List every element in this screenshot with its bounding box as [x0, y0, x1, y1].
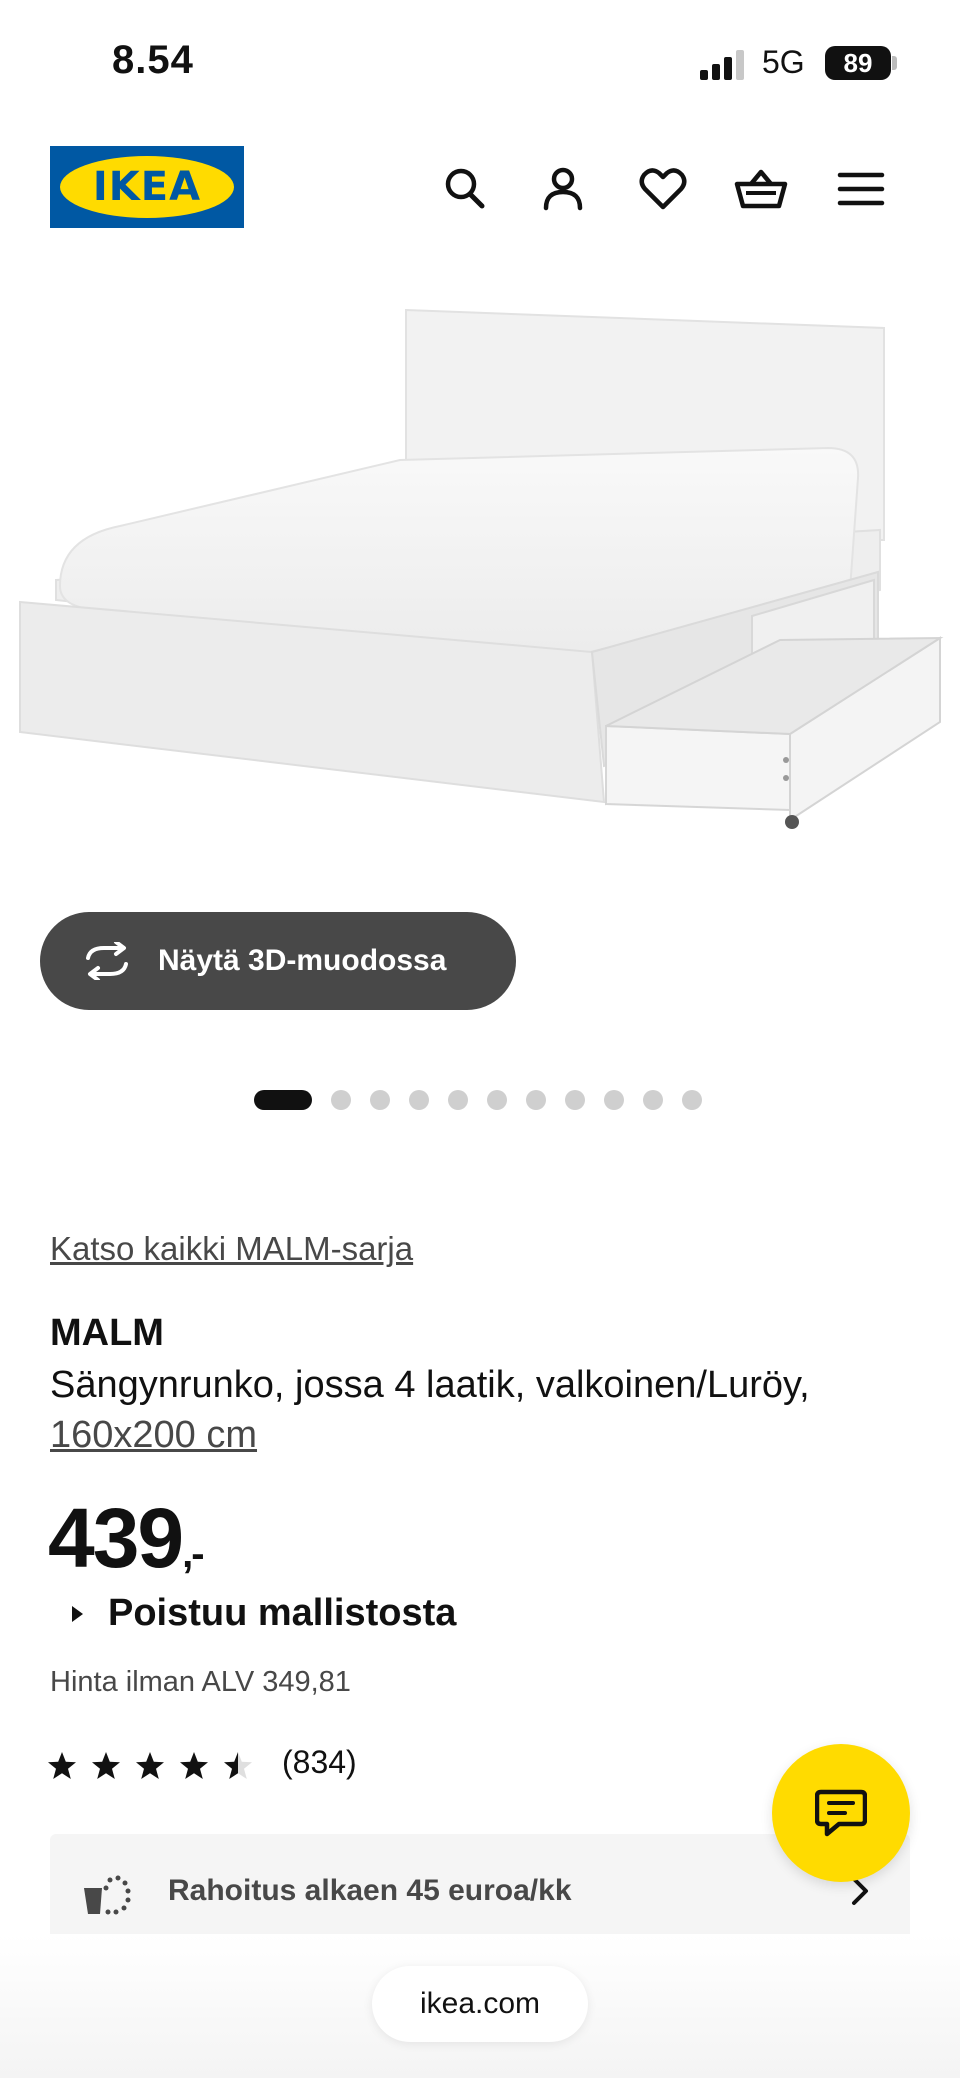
star-icon — [180, 1752, 208, 1779]
product-size-link[interactable]: 160x200 cm — [50, 1414, 257, 1456]
rating-stars — [48, 1752, 252, 1779]
ikea-logo[interactable]: IKEA — [50, 146, 244, 228]
account-icon[interactable] — [536, 162, 590, 216]
logo-text: IKEA — [92, 164, 202, 210]
caret-right-icon — [72, 1606, 83, 1622]
view-3d-label: Näytä 3D-muodossa — [158, 944, 447, 977]
star-icon — [48, 1752, 76, 1779]
series-link[interactable]: Katso kaikki MALM-sarja — [50, 1230, 413, 1268]
financing-label: Rahoitus alkaen 45 euroa/kk — [168, 1874, 572, 1907]
network-label: 5G — [762, 44, 805, 80]
carousel-dot[interactable] — [565, 1090, 585, 1110]
chat-button[interactable] — [772, 1744, 910, 1882]
status-bar: 8.54 5G 89 — [0, 0, 960, 120]
price-suffix: ,- — [182, 1532, 204, 1576]
search-icon[interactable] — [438, 162, 492, 216]
heart-icon[interactable] — [636, 162, 690, 216]
product-image[interactable] — [0, 290, 960, 850]
carousel-dot[interactable] — [370, 1090, 390, 1110]
carousel-dot[interactable] — [448, 1090, 468, 1110]
carousel-dot[interactable] — [487, 1090, 507, 1110]
star-half-icon — [224, 1752, 252, 1779]
site-header: IKEA — [0, 140, 960, 236]
price-excl-vat: Hinta ilman ALV 349,81 — [50, 1666, 351, 1698]
financing-banner[interactable]: Rahoitus alkaen 45 euroa/kk — [50, 1834, 910, 1934]
carousel-dot[interactable] — [409, 1090, 429, 1110]
rotate-3d-icon — [86, 942, 128, 980]
carousel-dots — [254, 1090, 702, 1110]
financing-icon — [84, 1875, 131, 1915]
battery-level: 89 — [825, 46, 891, 80]
price-value: 439 — [48, 1491, 184, 1585]
chat-icon — [815, 1789, 867, 1837]
star-icon — [136, 1752, 164, 1779]
view-3d-button[interactable]: Näytä 3D-muodossa — [40, 912, 516, 1010]
carousel-dot-active[interactable] — [254, 1090, 312, 1110]
browser-url-bar[interactable]: ikea.com — [372, 1966, 588, 2042]
discontinued-label: Poistuu mallistosta — [108, 1592, 457, 1634]
carousel-dot[interactable] — [604, 1090, 624, 1110]
battery-tip — [892, 56, 897, 70]
star-icon — [92, 1752, 120, 1779]
review-count: (834) — [282, 1744, 357, 1780]
menu-icon[interactable] — [834, 162, 888, 216]
signal-icon — [700, 50, 744, 80]
carousel-dot[interactable] — [331, 1090, 351, 1110]
status-time: 8.54 — [112, 38, 194, 82]
product-name: MALM — [50, 1312, 164, 1354]
product-description-text: Sängynrunko, jossa 4 laatik, valkoinen/L… — [50, 1364, 810, 1406]
product-description: Sängynrunko, jossa 4 laatik, valkoinen/L… — [50, 1360, 920, 1460]
carousel-dot[interactable] — [682, 1090, 702, 1110]
carousel-dot[interactable] — [526, 1090, 546, 1110]
product-price: 439,- — [48, 1490, 205, 1587]
basket-icon[interactable] — [734, 162, 788, 216]
carousel-dot[interactable] — [643, 1090, 663, 1110]
